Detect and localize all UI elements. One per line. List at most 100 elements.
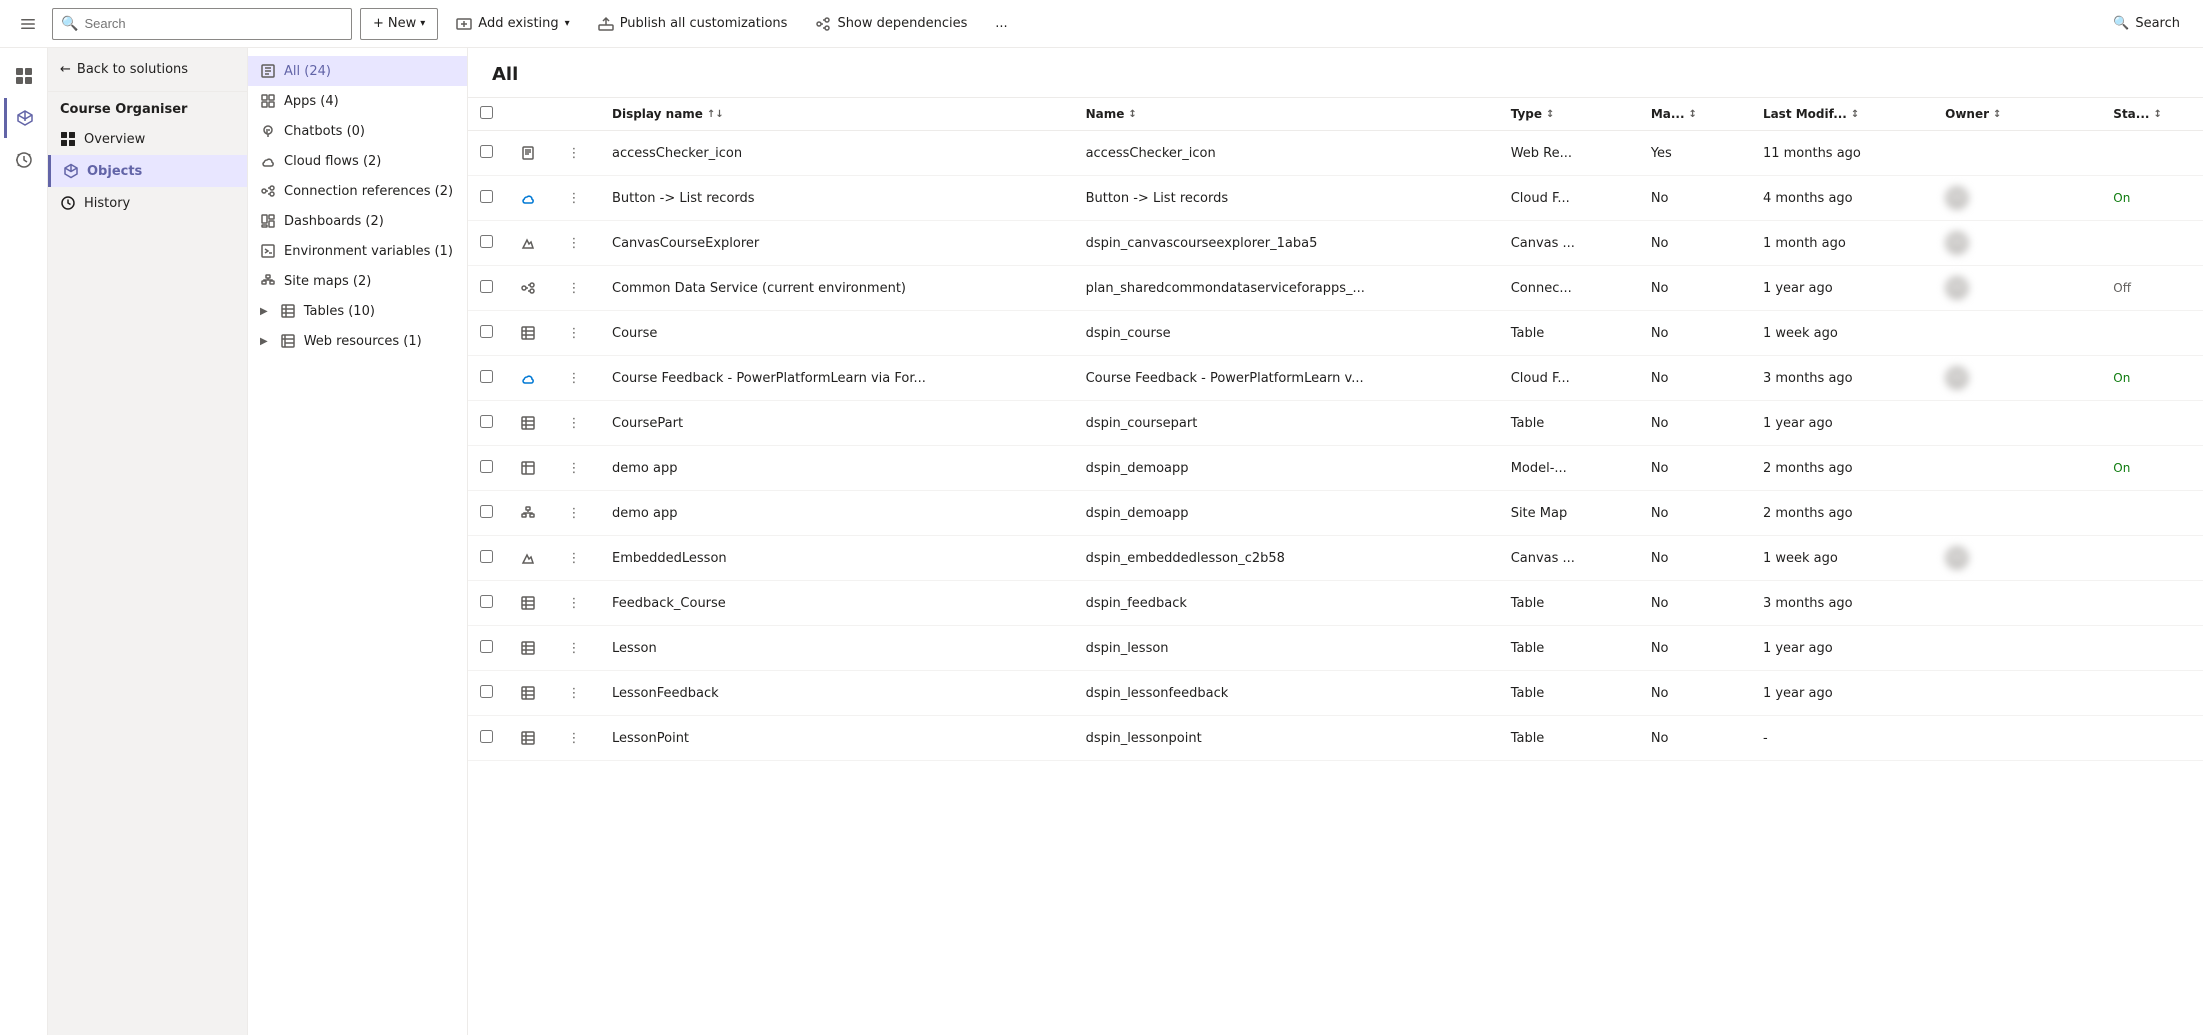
row-select-checkbox[interactable] bbox=[480, 370, 493, 383]
object-item-connection-refs[interactable]: Connection references (2) bbox=[248, 176, 467, 206]
row-more-button[interactable]: ⋮ bbox=[560, 679, 588, 707]
row-more-button[interactable]: ⋮ bbox=[560, 319, 588, 347]
th-last-modified[interactable]: Last Modif... ↕ bbox=[1751, 98, 1933, 131]
row-display-name[interactable]: accessChecker_icon bbox=[600, 131, 1074, 176]
row-more-button[interactable]: ⋮ bbox=[560, 724, 588, 752]
row-checkbox-cell[interactable] bbox=[468, 401, 508, 446]
row-display-name[interactable]: demo app bbox=[600, 491, 1074, 536]
topbar-search-box[interactable]: 🔍 bbox=[52, 8, 352, 40]
object-item-chatbots[interactable]: Chatbots (0) bbox=[248, 116, 467, 146]
row-more-button[interactable]: ⋮ bbox=[560, 589, 588, 617]
row-more-button[interactable]: ⋮ bbox=[560, 139, 588, 167]
row-checkbox-cell[interactable] bbox=[468, 446, 508, 491]
publish-all-button[interactable]: Publish all customizations bbox=[588, 8, 798, 40]
row-checkbox-cell[interactable] bbox=[468, 716, 508, 761]
row-more-button[interactable]: ⋮ bbox=[560, 409, 588, 437]
row-display-name[interactable]: CoursePart bbox=[600, 401, 1074, 446]
more-options-button[interactable]: ... bbox=[985, 8, 1017, 40]
row-select-checkbox[interactable] bbox=[480, 460, 493, 473]
sidebar-icon-overview[interactable] bbox=[4, 56, 44, 96]
back-to-solutions-link[interactable]: ← Back to solutions bbox=[48, 48, 247, 92]
object-item-dashboards[interactable]: Dashboards (2) bbox=[248, 206, 467, 236]
row-display-name[interactable]: Course bbox=[600, 311, 1074, 356]
row-more-cell[interactable]: ⋮ bbox=[548, 176, 600, 221]
global-search-button[interactable]: 🔍 Search bbox=[2102, 8, 2191, 40]
row-more-cell[interactable]: ⋮ bbox=[548, 401, 600, 446]
row-select-checkbox[interactable] bbox=[480, 640, 493, 653]
row-display-name[interactable]: Course Feedback - PowerPlatformLearn via… bbox=[600, 356, 1074, 401]
object-item-apps[interactable]: Apps (4) bbox=[248, 86, 467, 116]
row-checkbox-cell[interactable] bbox=[468, 626, 508, 671]
row-more-button[interactable]: ⋮ bbox=[560, 454, 588, 482]
th-display-name[interactable]: Display name ↑↓ bbox=[600, 98, 1074, 131]
row-checkbox-cell[interactable] bbox=[468, 311, 508, 356]
row-checkbox-cell[interactable] bbox=[468, 491, 508, 536]
show-dependencies-button[interactable]: Show dependencies bbox=[805, 8, 977, 40]
row-display-name[interactable]: demo app bbox=[600, 446, 1074, 491]
row-checkbox-cell[interactable] bbox=[468, 671, 508, 716]
th-managed[interactable]: Ma... ↕ bbox=[1639, 98, 1751, 131]
th-type[interactable]: Type ↕ bbox=[1499, 98, 1639, 131]
object-item-site-maps[interactable]: Site maps (2) bbox=[248, 266, 467, 296]
row-more-button[interactable]: ⋮ bbox=[560, 499, 588, 527]
row-more-button[interactable]: ⋮ bbox=[560, 184, 588, 212]
row-display-name[interactable]: Button -> List records bbox=[600, 176, 1074, 221]
row-more-button[interactable]: ⋮ bbox=[560, 274, 588, 302]
row-more-button[interactable]: ⋮ bbox=[560, 544, 588, 572]
row-checkbox-cell[interactable] bbox=[468, 356, 508, 401]
row-more-cell[interactable]: ⋮ bbox=[548, 221, 600, 266]
row-display-name[interactable]: EmbeddedLesson bbox=[600, 536, 1074, 581]
row-select-checkbox[interactable] bbox=[480, 190, 493, 203]
th-checkbox[interactable] bbox=[468, 98, 508, 131]
row-select-checkbox[interactable] bbox=[480, 595, 493, 608]
row-select-checkbox[interactable] bbox=[480, 550, 493, 563]
row-checkbox-cell[interactable] bbox=[468, 131, 508, 176]
row-checkbox-cell[interactable] bbox=[468, 536, 508, 581]
row-more-cell[interactable]: ⋮ bbox=[548, 356, 600, 401]
row-more-cell[interactable]: ⋮ bbox=[548, 536, 600, 581]
add-existing-button[interactable]: Add existing ▾ bbox=[446, 8, 579, 40]
th-status[interactable]: Sta... ↕ bbox=[2101, 98, 2203, 131]
row-select-checkbox[interactable] bbox=[480, 325, 493, 338]
row-more-cell[interactable]: ⋮ bbox=[548, 491, 600, 536]
row-checkbox-cell[interactable] bbox=[468, 221, 508, 266]
row-more-button[interactable]: ⋮ bbox=[560, 364, 588, 392]
select-all-checkbox[interactable] bbox=[480, 106, 493, 119]
row-display-name[interactable]: Common Data Service (current environment… bbox=[600, 266, 1074, 311]
topbar-search-input[interactable] bbox=[84, 16, 343, 31]
row-more-cell[interactable]: ⋮ bbox=[548, 671, 600, 716]
row-more-cell[interactable]: ⋮ bbox=[548, 266, 600, 311]
row-select-checkbox[interactable] bbox=[480, 415, 493, 428]
nav-item-history[interactable]: History bbox=[48, 187, 247, 219]
row-checkbox-cell[interactable] bbox=[468, 176, 508, 221]
sidebar-icon-objects[interactable] bbox=[4, 98, 44, 138]
nav-item-objects[interactable]: Objects bbox=[48, 155, 247, 187]
row-more-cell[interactable]: ⋮ bbox=[548, 446, 600, 491]
object-item-env-vars[interactable]: Environment variables (1) bbox=[248, 236, 467, 266]
sidebar-icon-history[interactable] bbox=[4, 140, 44, 180]
th-owner[interactable]: Owner ↕ bbox=[1933, 98, 2101, 131]
object-item-web-resources[interactable]: ▶ Web resources (1) bbox=[248, 326, 467, 356]
row-select-checkbox[interactable] bbox=[480, 145, 493, 158]
row-display-name[interactable]: Lesson bbox=[600, 626, 1074, 671]
row-display-name[interactable]: CanvasCourseExplorer bbox=[600, 221, 1074, 266]
row-select-checkbox[interactable] bbox=[480, 730, 493, 743]
row-more-cell[interactable]: ⋮ bbox=[548, 131, 600, 176]
row-select-checkbox[interactable] bbox=[480, 235, 493, 248]
row-select-checkbox[interactable] bbox=[480, 280, 493, 293]
row-more-button[interactable]: ⋮ bbox=[560, 229, 588, 257]
row-display-name[interactable]: LessonFeedback bbox=[600, 671, 1074, 716]
row-more-cell[interactable]: ⋮ bbox=[548, 716, 600, 761]
object-item-all[interactable]: All (24) bbox=[248, 56, 467, 86]
new-button[interactable]: + New ▾ bbox=[360, 8, 438, 40]
nav-item-overview[interactable]: Overview bbox=[48, 123, 247, 155]
object-item-cloud-flows[interactable]: Cloud flows (2) bbox=[248, 146, 467, 176]
row-checkbox-cell[interactable] bbox=[468, 581, 508, 626]
row-select-checkbox[interactable] bbox=[480, 685, 493, 698]
row-checkbox-cell[interactable] bbox=[468, 266, 508, 311]
object-item-tables[interactable]: ▶ Tables (10) bbox=[248, 296, 467, 326]
row-display-name[interactable]: Feedback_Course bbox=[600, 581, 1074, 626]
row-display-name[interactable]: LessonPoint bbox=[600, 716, 1074, 761]
th-name[interactable]: Name ↕ bbox=[1074, 98, 1499, 131]
row-more-cell[interactable]: ⋮ bbox=[548, 311, 600, 356]
